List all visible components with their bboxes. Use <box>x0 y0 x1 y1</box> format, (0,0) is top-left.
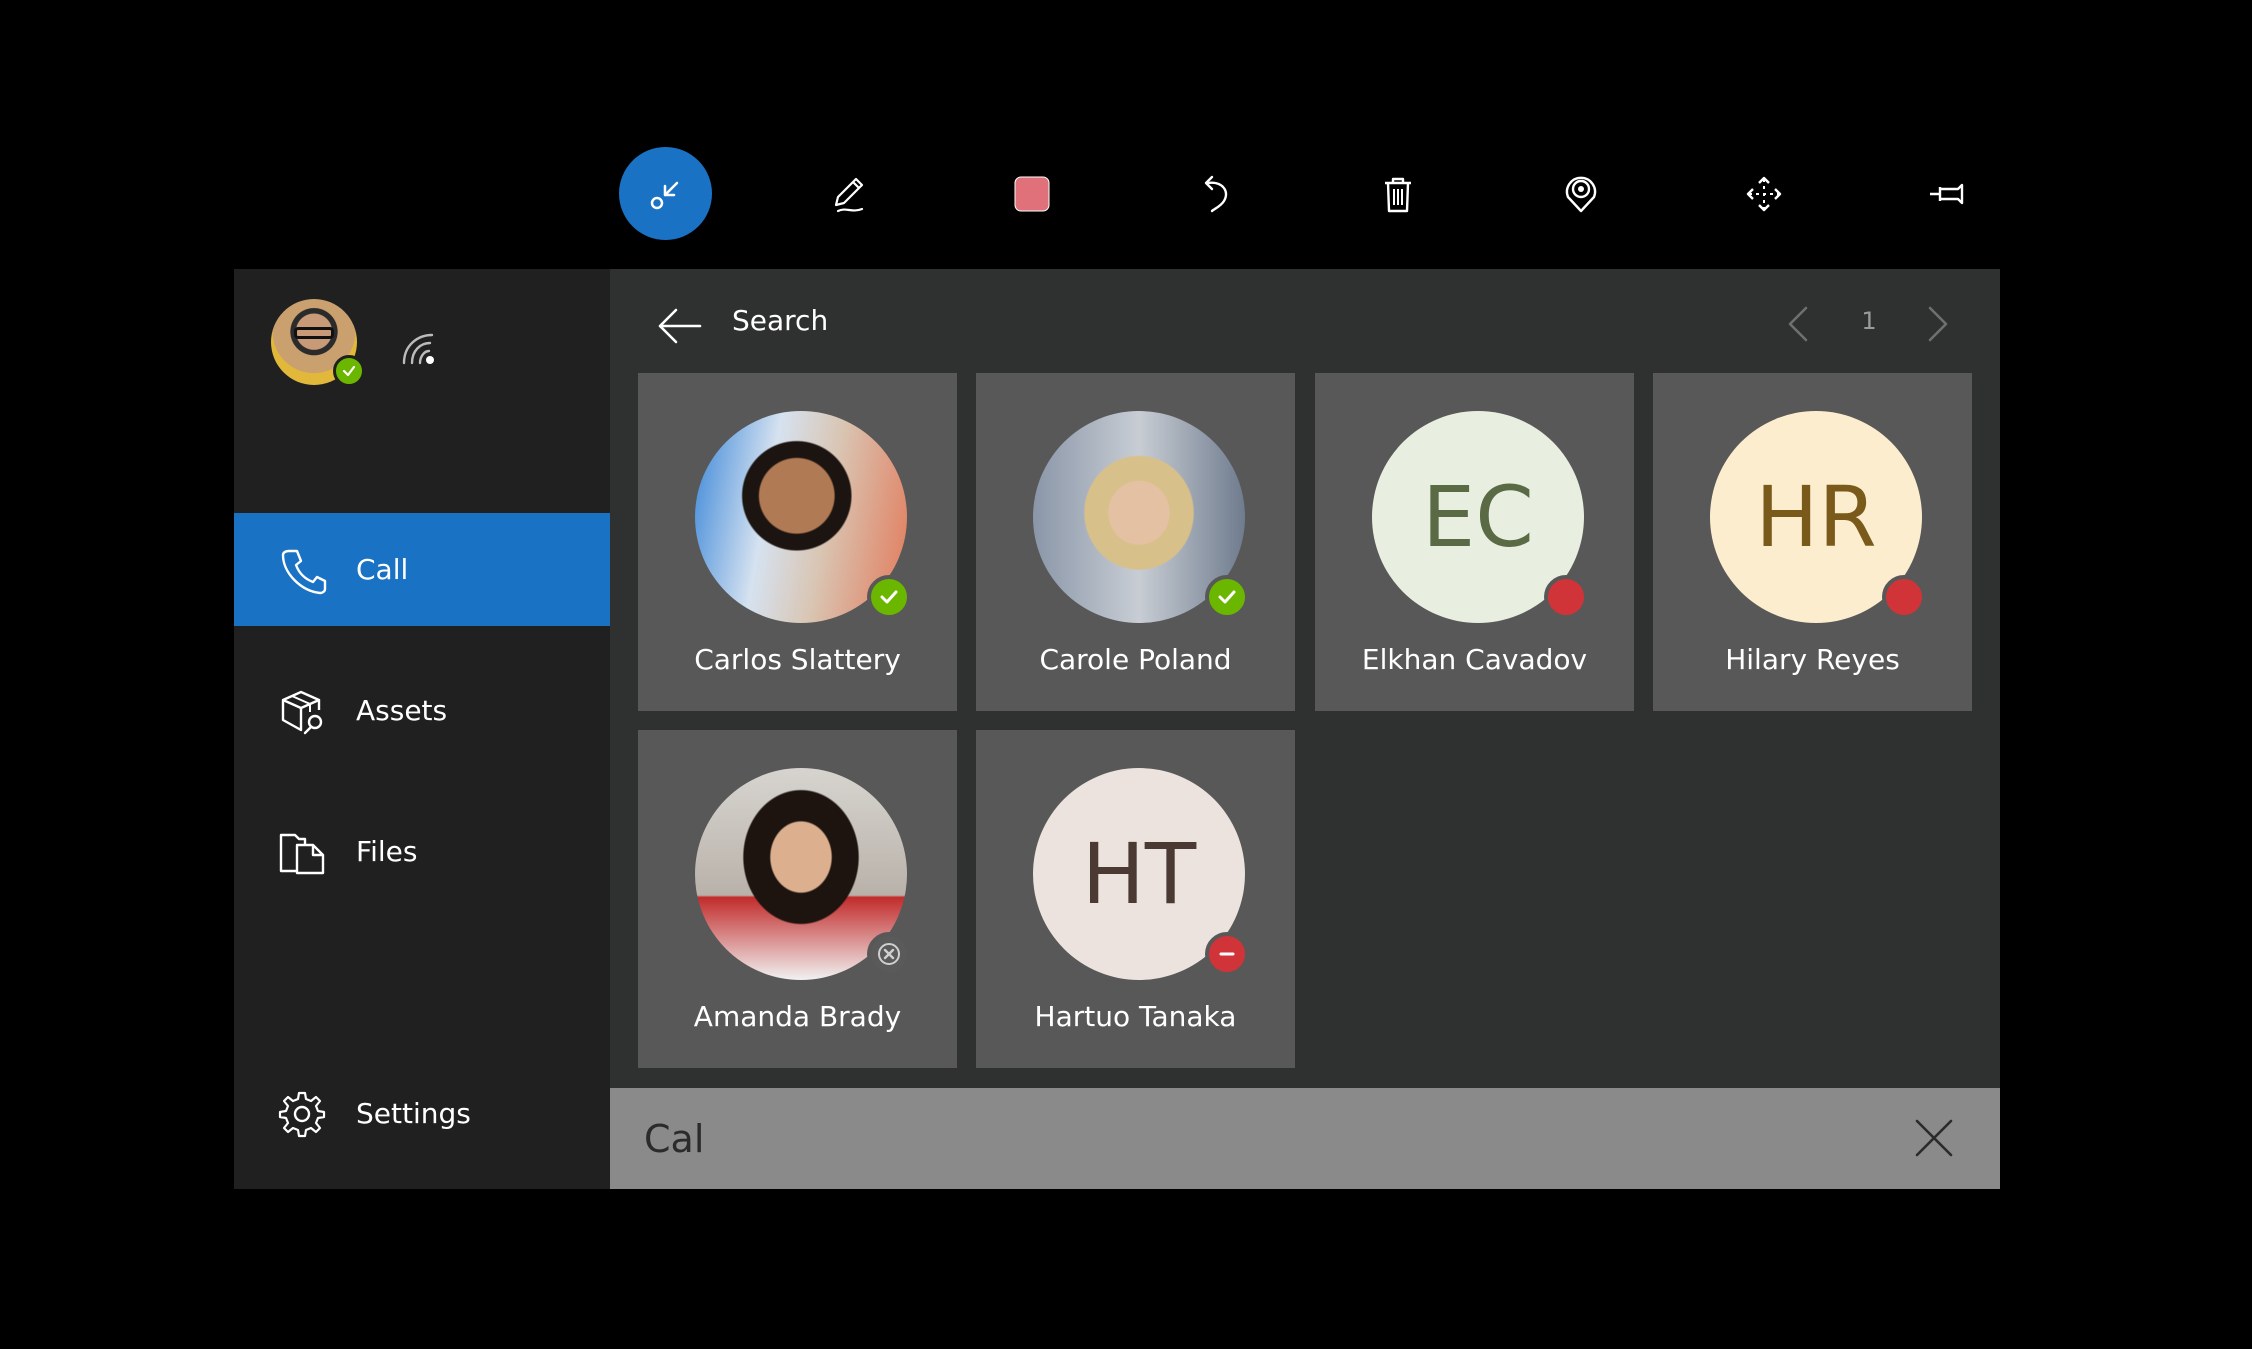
contact-card[interactable]: Carole Poland <box>976 373 1295 711</box>
pin-icon <box>1929 183 1963 204</box>
minimize-arrows-icon <box>650 181 678 209</box>
offline-icon <box>867 932 911 976</box>
contact-avatar <box>1033 411 1249 623</box>
phone-icon <box>281 549 327 594</box>
sidebar-item-label: Settings <box>356 1097 471 1130</box>
gear-icon <box>278 1091 326 1137</box>
back-arrow-icon[interactable] <box>656 302 704 350</box>
busy-icon <box>1544 575 1588 619</box>
available-icon <box>867 575 911 619</box>
user-avatar[interactable] <box>271 299 365 387</box>
sidebar-item-call[interactable]: Call <box>234 513 610 626</box>
chevron-left-icon[interactable] <box>1778 302 1822 346</box>
assets-icon <box>281 690 323 734</box>
sidebar: Call Assets Files Settings <box>234 269 610 1189</box>
location-pin-icon <box>1565 176 1596 212</box>
available-icon <box>333 355 365 387</box>
contact-name: Amanda Brady <box>693 1000 902 1033</box>
avatar-glasses <box>294 327 334 339</box>
contact-name: Elkhan Cavadov <box>1361 643 1588 676</box>
pen-button[interactable] <box>802 147 895 240</box>
contact-name: Carole Poland <box>1039 643 1232 676</box>
location-button[interactable] <box>1534 147 1627 240</box>
toolbar <box>619 147 1994 240</box>
contact-avatar <box>695 768 911 980</box>
search-bar <box>610 1088 2000 1189</box>
pen-icon <box>834 177 863 212</box>
available-icon <box>1205 575 1249 619</box>
page-title: Search <box>732 304 829 337</box>
color-button[interactable] <box>985 147 1078 240</box>
contact-avatar: HR <box>1710 411 1926 623</box>
minimize-button[interactable] <box>619 147 712 240</box>
search-input[interactable] <box>644 1114 1844 1164</box>
busy-icon <box>1882 575 1926 619</box>
undo-icon <box>1204 175 1227 212</box>
pin-button[interactable] <box>1900 147 1993 240</box>
close-icon[interactable] <box>1911 1115 1957 1161</box>
move-arrows-icon <box>1746 176 1781 211</box>
sidebar-item-label: Call <box>356 553 409 586</box>
main-panel: Call Assets Files Settings Search 1 Carl… <box>234 269 2000 1189</box>
contact-card[interactable]: EC Elkhan Cavadov <box>1315 373 1634 711</box>
contact-initials: HR <box>1755 468 1877 566</box>
contact-avatar <box>695 411 911 623</box>
move-button[interactable] <box>1717 147 1810 240</box>
contact-card[interactable]: Amanda Brady <box>638 730 957 1068</box>
contact-initials: EC <box>1422 468 1534 566</box>
contact-avatar: EC <box>1372 411 1588 623</box>
contact-name: Hilary Reyes <box>1725 643 1900 676</box>
contact-name: Carlos Slattery <box>694 643 901 676</box>
trash-icon <box>1384 177 1411 212</box>
files-icon <box>279 833 325 874</box>
sidebar-item-settings[interactable]: Settings <box>234 1057 610 1170</box>
sidebar-item-label: Files <box>356 835 418 868</box>
contact-card[interactable]: HR Hilary Reyes <box>1653 373 1972 711</box>
contact-name: Hartuo Tanaka <box>1034 1000 1237 1033</box>
contact-avatar: HT <box>1033 768 1249 980</box>
delete-button[interactable] <box>1351 147 1444 240</box>
signal-icon <box>402 333 434 365</box>
chevron-right-icon[interactable] <box>1914 302 1958 346</box>
do-not-disturb-icon <box>1205 932 1249 976</box>
contact-card[interactable]: Carlos Slattery <box>638 373 957 711</box>
sidebar-item-files[interactable]: Files <box>234 795 610 908</box>
undo-button[interactable] <box>1168 147 1261 240</box>
color-swatch-icon <box>1014 176 1049 211</box>
sidebar-item-label: Assets <box>356 694 448 727</box>
page-number: 1 <box>1861 307 1877 335</box>
sidebar-item-assets[interactable]: Assets <box>234 654 610 767</box>
contact-initials: HT <box>1081 825 1197 923</box>
contact-card[interactable]: HT Hartuo Tanaka <box>976 730 1295 1068</box>
